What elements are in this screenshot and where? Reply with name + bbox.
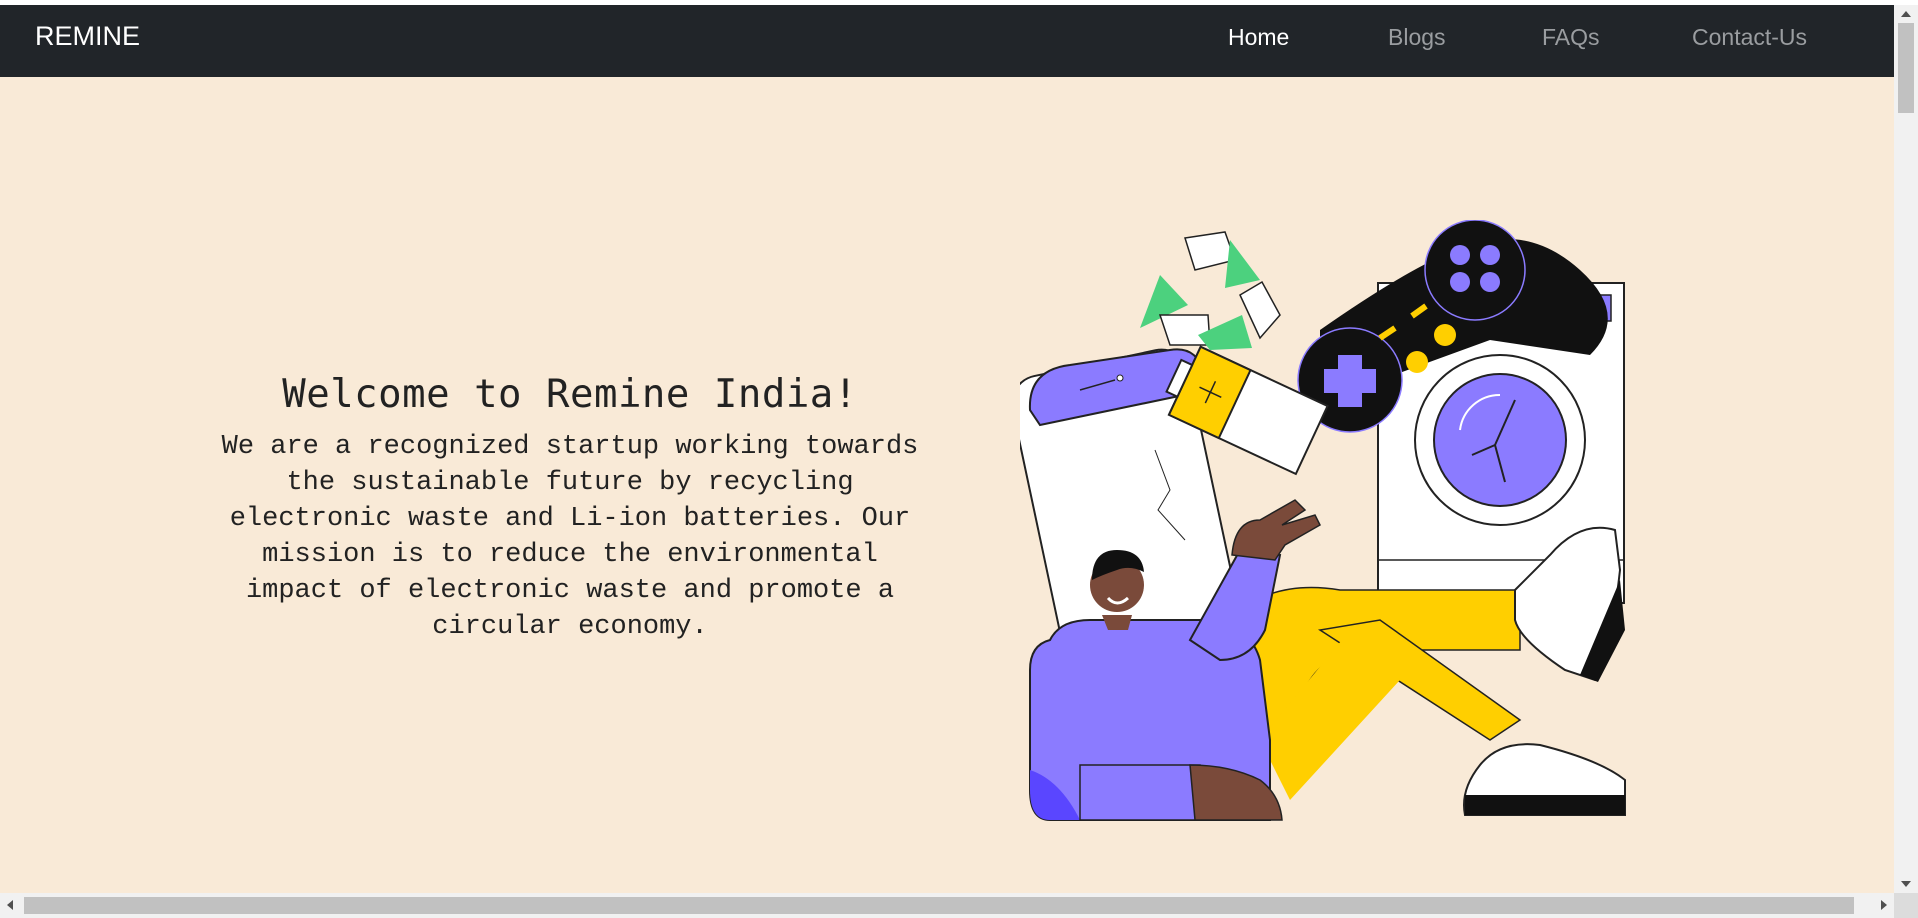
vertical-scroll-thumb[interactable] bbox=[1898, 23, 1914, 113]
scroll-right-arrow-icon[interactable] bbox=[1881, 900, 1887, 910]
hero-description: We are a recognized startup working towa… bbox=[221, 432, 919, 642]
hero-section: Welcome to Remine India! We are a recogn… bbox=[210, 372, 930, 645]
recycle-icon bbox=[1140, 231, 1281, 350]
nav-faqs[interactable]: FAQs bbox=[1542, 24, 1600, 51]
nav-home[interactable]: Home bbox=[1228, 24, 1289, 51]
navbar: REMINE Home Blogs FAQs Contact-Us bbox=[0, 5, 1894, 77]
vertical-scrollbar[interactable] bbox=[1894, 5, 1918, 893]
nav-contact-us[interactable]: Contact-Us bbox=[1692, 24, 1807, 51]
person-with-ewaste-illustration bbox=[1020, 220, 1626, 821]
scroll-left-arrow-icon[interactable] bbox=[7, 900, 13, 910]
scroll-up-arrow-icon[interactable] bbox=[1901, 11, 1911, 17]
scroll-down-arrow-icon[interactable] bbox=[1901, 881, 1911, 887]
nav-blogs[interactable]: Blogs bbox=[1388, 24, 1446, 51]
hero-title: Welcome to Remine India! bbox=[282, 372, 858, 417]
brand-logo[interactable]: REMINE bbox=[35, 21, 140, 52]
horizontal-scrollbar[interactable] bbox=[0, 893, 1894, 918]
scrollbar-corner bbox=[1894, 893, 1918, 918]
horizontal-scroll-thumb[interactable] bbox=[24, 897, 1854, 914]
